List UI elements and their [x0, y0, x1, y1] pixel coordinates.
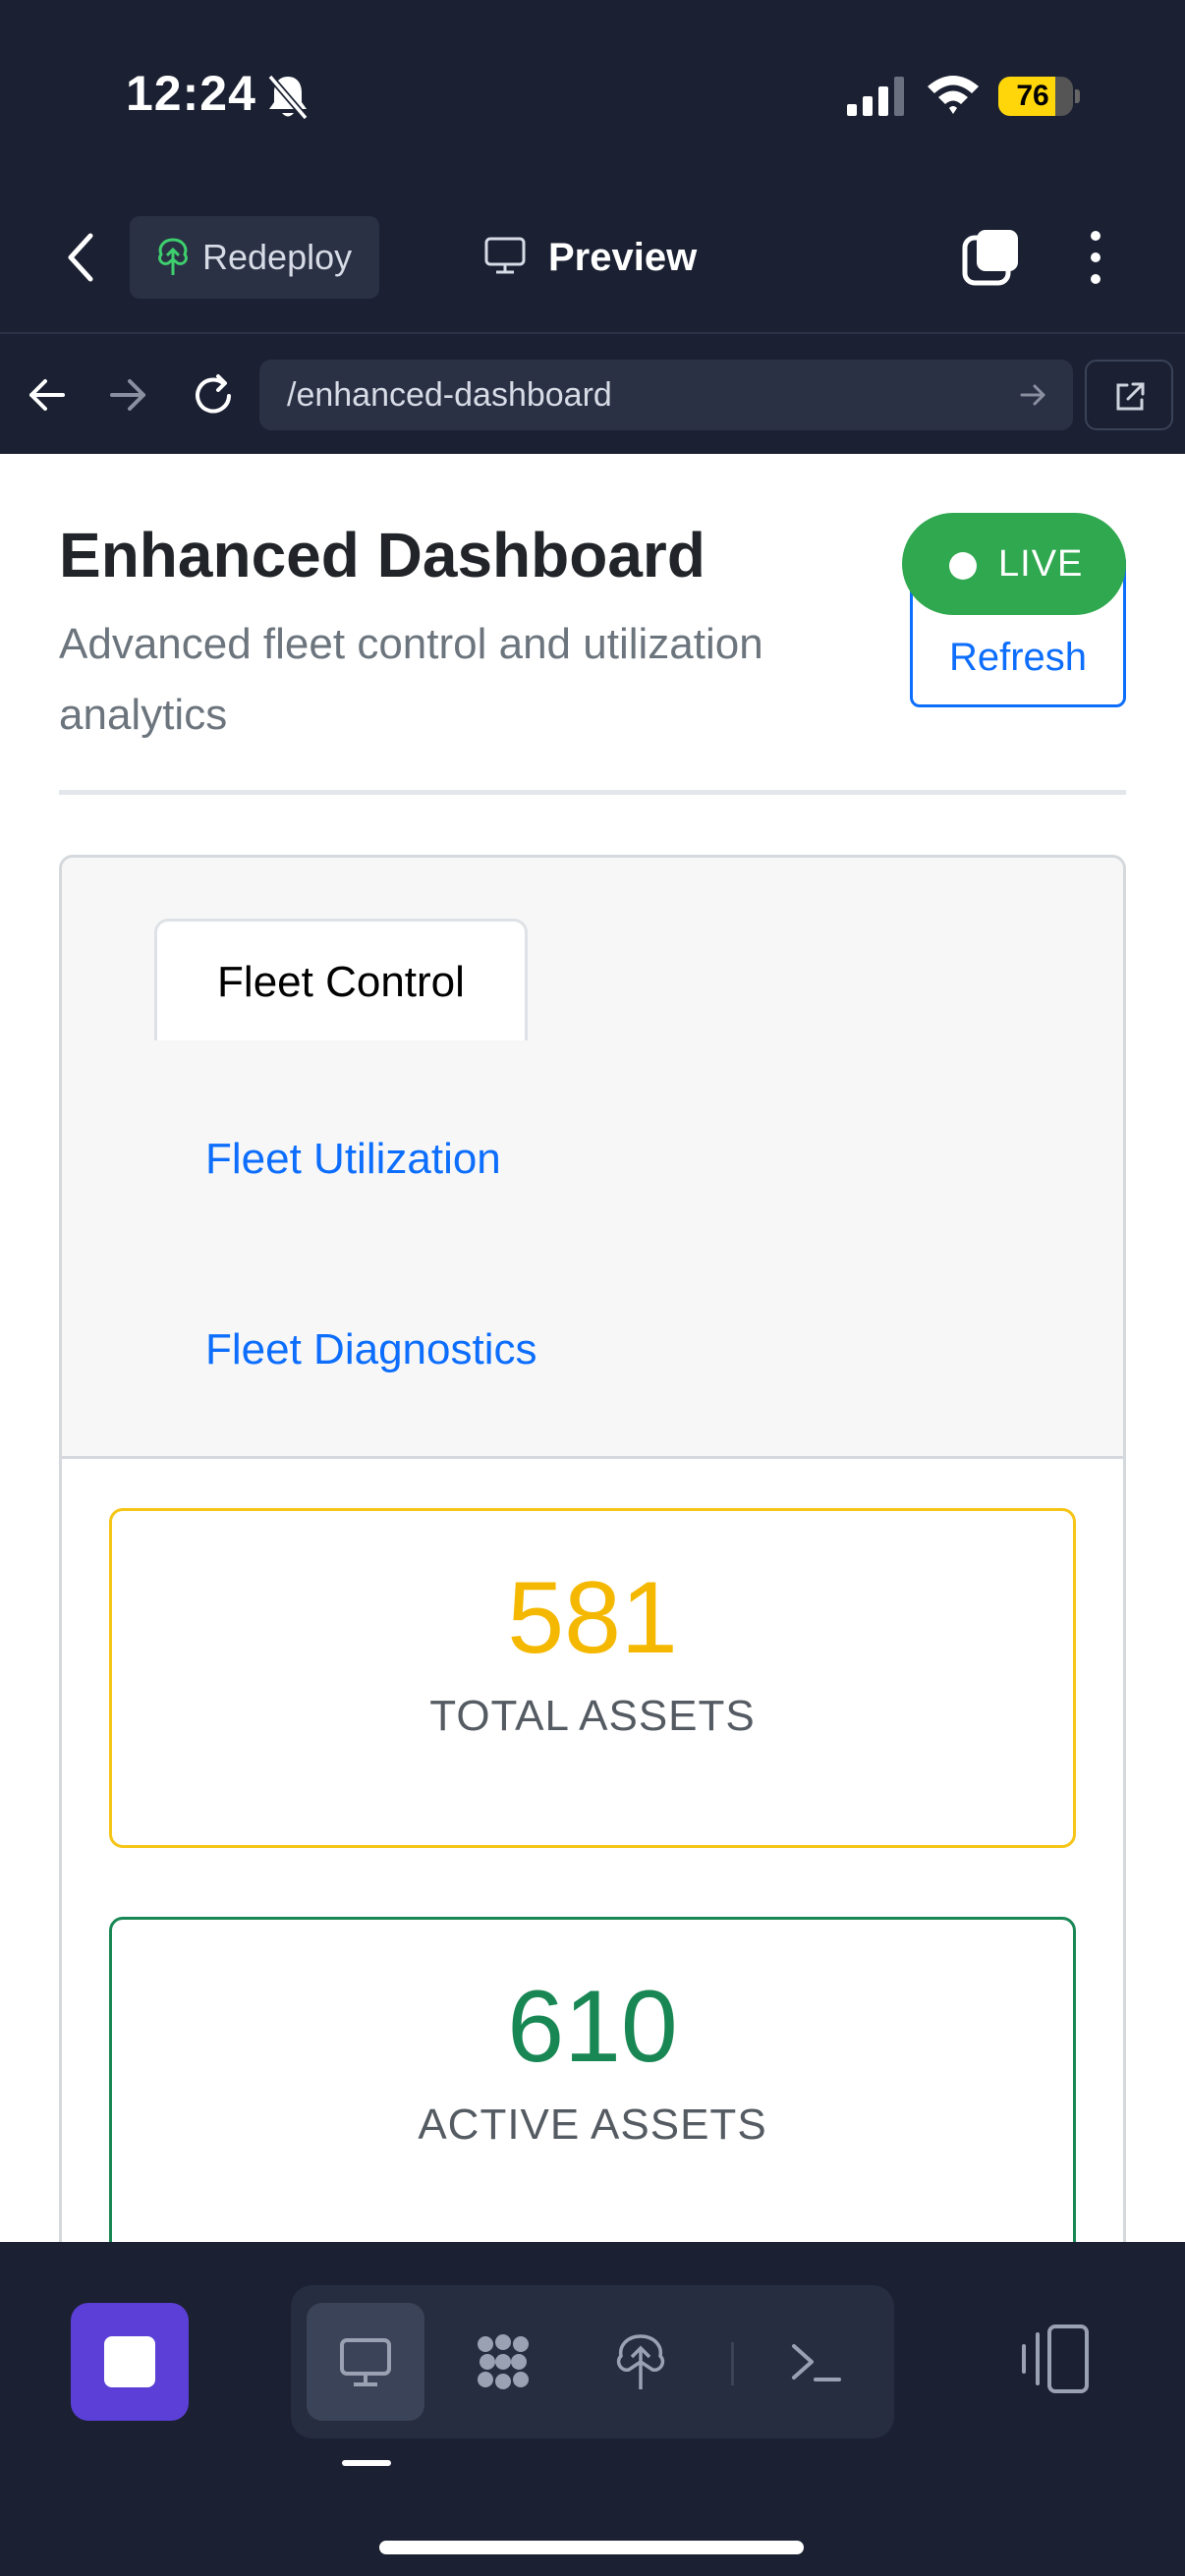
tab-header: Fleet Control Fleet Utilization Fleet Di… [62, 858, 1123, 1459]
tab-fleet-control[interactable]: Fleet Control [154, 919, 528, 1040]
status-time: 12:24 [126, 66, 256, 121]
deploy-tree-icon [158, 238, 188, 275]
active-tool-indicator [342, 2460, 391, 2466]
battery-indicator: 76 [998, 77, 1080, 116]
more-options-icon[interactable] [1081, 228, 1110, 287]
external-link-icon [1116, 382, 1145, 411]
arrow-left-icon[interactable] [26, 373, 69, 417]
page-title: Enhanced Dashboard [59, 520, 705, 590]
app-bar: Redeploy Preview [0, 187, 1185, 334]
cluster-tool-button[interactable] [444, 2303, 562, 2421]
battery-percent: 76 [1016, 80, 1049, 112]
live-dot-icon [949, 552, 977, 580]
monitor-icon [340, 2338, 391, 2386]
cluster-icon [478, 2334, 529, 2389]
redeploy-label: Redeploy [202, 237, 353, 277]
live-label: LIVE [998, 543, 1084, 585]
monitor-icon [484, 237, 526, 274]
total-assets-value: 581 [507, 1561, 678, 1675]
refresh-label: Refresh [948, 636, 1088, 679]
web-content: Enhanced Dashboard Advanced fleet contro… [0, 454, 1185, 2242]
bottom-toolbar [0, 2242, 1185, 2576]
url-field[interactable]: /enhanced-dashboard [259, 360, 1073, 430]
url-text: /enhanced-dashboard [287, 376, 612, 414]
terminal-tool-button[interactable] [757, 2303, 875, 2421]
stop-icon [104, 2336, 155, 2387]
dashboard-card: Fleet Control Fleet Utilization Fleet Di… [59, 855, 1126, 2242]
active-assets-card: 610 ACTIVE ASSETS [109, 1917, 1076, 2242]
total-assets-card: 581 TOTAL ASSETS [109, 1508, 1076, 1848]
active-assets-label: ACTIVE ASSETS [418, 2100, 767, 2149]
open-external-button[interactable] [1085, 360, 1173, 430]
tab-fleet-diagnostics[interactable]: Fleet Diagnostics [205, 1325, 536, 1374]
deploy-tool-button[interactable] [582, 2303, 700, 2421]
live-status-badge: LIVE [902, 513, 1126, 615]
total-assets-label: TOTAL ASSETS [429, 1692, 756, 1740]
home-indicator [379, 2541, 804, 2554]
preview-tab[interactable]: Preview [483, 216, 739, 299]
wifi-icon [928, 76, 979, 114]
tab-fleet-control-label: Fleet Control [217, 958, 465, 1006]
cellular-signal-icon [847, 77, 904, 116]
bell-off-icon [267, 74, 309, 121]
arrow-right-icon[interactable] [106, 373, 149, 417]
tabs-switcher-icon[interactable] [961, 226, 1022, 287]
tool-group [291, 2285, 894, 2438]
preview-label: Preview [548, 236, 698, 279]
reload-icon[interactable] [189, 371, 238, 420]
go-arrow-icon[interactable] [1020, 383, 1047, 407]
status-bar: 12:24 76 [0, 0, 1185, 187]
page-subtitle: Advanced fleet control and utilization a… [59, 620, 763, 739]
tab-fleet-utilization[interactable]: Fleet Utilization [205, 1135, 501, 1184]
stop-button[interactable] [71, 2303, 189, 2421]
back-chevron-icon[interactable] [61, 228, 100, 287]
active-assets-value: 610 [507, 1970, 678, 2084]
deploy-icon [616, 2334, 665, 2389]
monitor-tool-button[interactable] [307, 2303, 424, 2421]
terminal-icon [792, 2344, 841, 2381]
browser-url-bar: /enhanced-dashboard [0, 336, 1185, 454]
device-toggle-icon[interactable] [1016, 2321, 1095, 2399]
toolbar-separator [731, 2342, 734, 2385]
redeploy-button[interactable]: Redeploy [130, 216, 379, 299]
divider [59, 790, 1126, 795]
